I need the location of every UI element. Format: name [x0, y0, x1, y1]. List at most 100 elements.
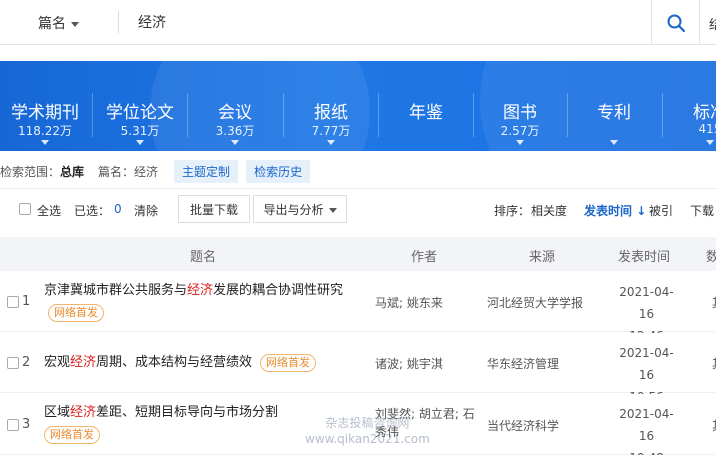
row-number: 1: [22, 294, 31, 309]
title-keyword: 经济: [187, 283, 214, 298]
tab-yearbooks[interactable]: 年鉴: [381, 61, 471, 151]
tab-divider: [283, 93, 284, 137]
tab-count: 118.22万: [18, 124, 72, 138]
advanced-search-link[interactable]: 结: [709, 14, 716, 33]
result-source[interactable]: 当代经济科学: [487, 417, 559, 434]
result-source[interactable]: 华东经济管理: [487, 355, 559, 372]
tab-count: 415: [698, 122, 716, 136]
search-field-label: 篇名: [38, 16, 66, 32]
search-scope-row: 检索范围： 总库 篇名：经济 主题定制 检索历史: [0, 159, 311, 183]
search-input[interactable]: [138, 11, 638, 33]
row-checkbox[interactable]: [7, 296, 19, 308]
chevron-down-icon: [136, 140, 144, 145]
tab-count: 2.57万: [500, 124, 540, 138]
chevron-down-icon: [610, 140, 618, 145]
watermark-line: 杂志投稿咨询网: [325, 416, 410, 430]
search-button[interactable]: [651, 0, 699, 45]
date-value: 2021-04-16: [619, 346, 674, 382]
result-source[interactable]: 河北经贸大学学报: [487, 294, 583, 311]
tab-conferences[interactable]: 会议 3.36万: [190, 61, 280, 151]
tab-divider: [662, 93, 663, 137]
search-history-button[interactable]: 检索历史: [246, 159, 311, 183]
result-authors[interactable]: 诸波; 姚宇淇: [375, 355, 480, 373]
title-text: 差距、短期目标导向与市场分割: [96, 405, 279, 420]
clear-selection-link[interactable]: 清除: [134, 202, 158, 219]
watermark-line: www.qikan2021.com: [305, 432, 430, 446]
tab-divider: [378, 93, 379, 137]
arrow-down-icon: ↓: [636, 204, 647, 218]
tab-divider: [92, 93, 93, 137]
batch-download-button[interactable]: 批量下载: [178, 195, 250, 223]
result-database: 其: [712, 417, 716, 434]
tab-theses[interactable]: 学位论文 5.31万: [95, 61, 185, 151]
title-keyword: 经济: [70, 405, 97, 420]
tab-label: 专利: [597, 103, 631, 123]
tab-books[interactable]: 图书 2.57万: [476, 61, 564, 151]
tab-count: 7.77万: [311, 124, 351, 138]
scope-value: 总库: [60, 164, 85, 179]
row-number: 3: [22, 417, 31, 432]
chevron-down-icon: [706, 140, 714, 145]
row-number: 2: [22, 355, 31, 370]
sort-relevance[interactable]: 相关度: [531, 202, 567, 219]
row-checkbox[interactable]: [7, 357, 19, 369]
table-row: 1 京津冀城市群公共服务与经济发展的耦合协调性研究网络首发 马斌; 姚东来 河北…: [0, 272, 716, 343]
scope-label: 检索范围：: [0, 164, 61, 179]
online-first-badge: 网络首发: [260, 353, 317, 372]
chevron-down-icon: [71, 21, 79, 27]
search-bar: 篇名 结: [0, 0, 716, 45]
tab-label: 标准: [693, 103, 716, 123]
column-header-author: 作者: [411, 250, 438, 265]
tab-divider: [187, 93, 188, 137]
title-keyword: 经济: [70, 355, 97, 370]
result-title-link[interactable]: 宏观经济周期、成本结构与经营绩效 网络首发: [44, 352, 374, 374]
topic-customize-button[interactable]: 主题定制: [174, 159, 239, 183]
sort-by-cited[interactable]: 被引: [649, 202, 673, 219]
tab-divider: [473, 93, 474, 137]
column-header-date: 发表时间: [618, 250, 671, 265]
tab-journals[interactable]: 学术期刊 118.22万: [0, 61, 90, 151]
tab-divider: [567, 93, 568, 137]
result-title-link[interactable]: 京津冀城市群公共服务与经济发展的耦合协调性研究网络首发: [44, 280, 364, 324]
search-separator: [699, 0, 700, 45]
result-authors[interactable]: 马斌; 姚东来: [375, 294, 480, 312]
selected-count: 0: [114, 202, 122, 216]
result-database: 其: [712, 294, 716, 311]
sort-label: 排序：: [494, 204, 531, 218]
select-all-checkbox[interactable]: [19, 203, 31, 215]
chevron-down-icon: [231, 140, 239, 145]
tab-patents[interactable]: 专利: [570, 61, 658, 151]
selected-label: 已选：: [74, 204, 111, 218]
resource-tabs-banner: 学术期刊 118.22万 学位论文 5.31万 会议 3.36万 报纸 7.77…: [0, 61, 716, 151]
tab-count: 5.31万: [120, 124, 160, 138]
export-analyze-button[interactable]: 导出与分析: [253, 195, 347, 223]
tab-label: 报纸: [314, 103, 348, 123]
result-database: 其: [712, 355, 716, 372]
chevron-down-icon: [327, 140, 335, 145]
online-first-badge: 网络首发: [48, 303, 104, 322]
tab-label: 会议: [218, 103, 252, 123]
search-divider: [118, 11, 119, 33]
results-toolbar: 全选 已选： 0 清除 批量下载 导出与分析 排序： 相关度 发表时间 ↓ 被引…: [0, 188, 716, 228]
chevron-down-icon: [41, 140, 49, 145]
sort-by-date[interactable]: 发表时间 ↓: [584, 202, 646, 219]
title-text: 区域: [44, 405, 71, 420]
tab-standards[interactable]: 标准 415: [665, 61, 716, 151]
scope-query: 篇名：经济: [98, 164, 159, 179]
search-field-select[interactable]: 篇名: [38, 13, 79, 33]
sort-by-download[interactable]: 下载: [690, 202, 714, 219]
result-date: 2021-04-16 10:48: [613, 403, 680, 455]
tab-label: 学位论文: [106, 103, 174, 123]
time-value: 10:48: [613, 447, 680, 455]
chevron-down-icon: [516, 140, 524, 145]
export-analyze-label: 导出与分析: [263, 202, 324, 217]
result-title-link[interactable]: 区域经济差距、短期目标导向与市场分割 网络首发: [44, 402, 344, 446]
date-value: 2021-04-16: [619, 285, 674, 321]
column-header-database: 数: [706, 250, 716, 265]
select-all-label[interactable]: 全选: [37, 202, 61, 219]
table-row: 2 宏观经济周期、成本结构与经营绩效 网络首发 诸波; 姚宇淇 华东经济管理 20…: [0, 333, 716, 404]
sort-date-label: 发表时间: [584, 204, 633, 218]
tab-label: 图书: [503, 103, 537, 123]
row-checkbox[interactable]: [7, 419, 19, 431]
tab-newspapers[interactable]: 报纸 7.77万: [286, 61, 376, 151]
